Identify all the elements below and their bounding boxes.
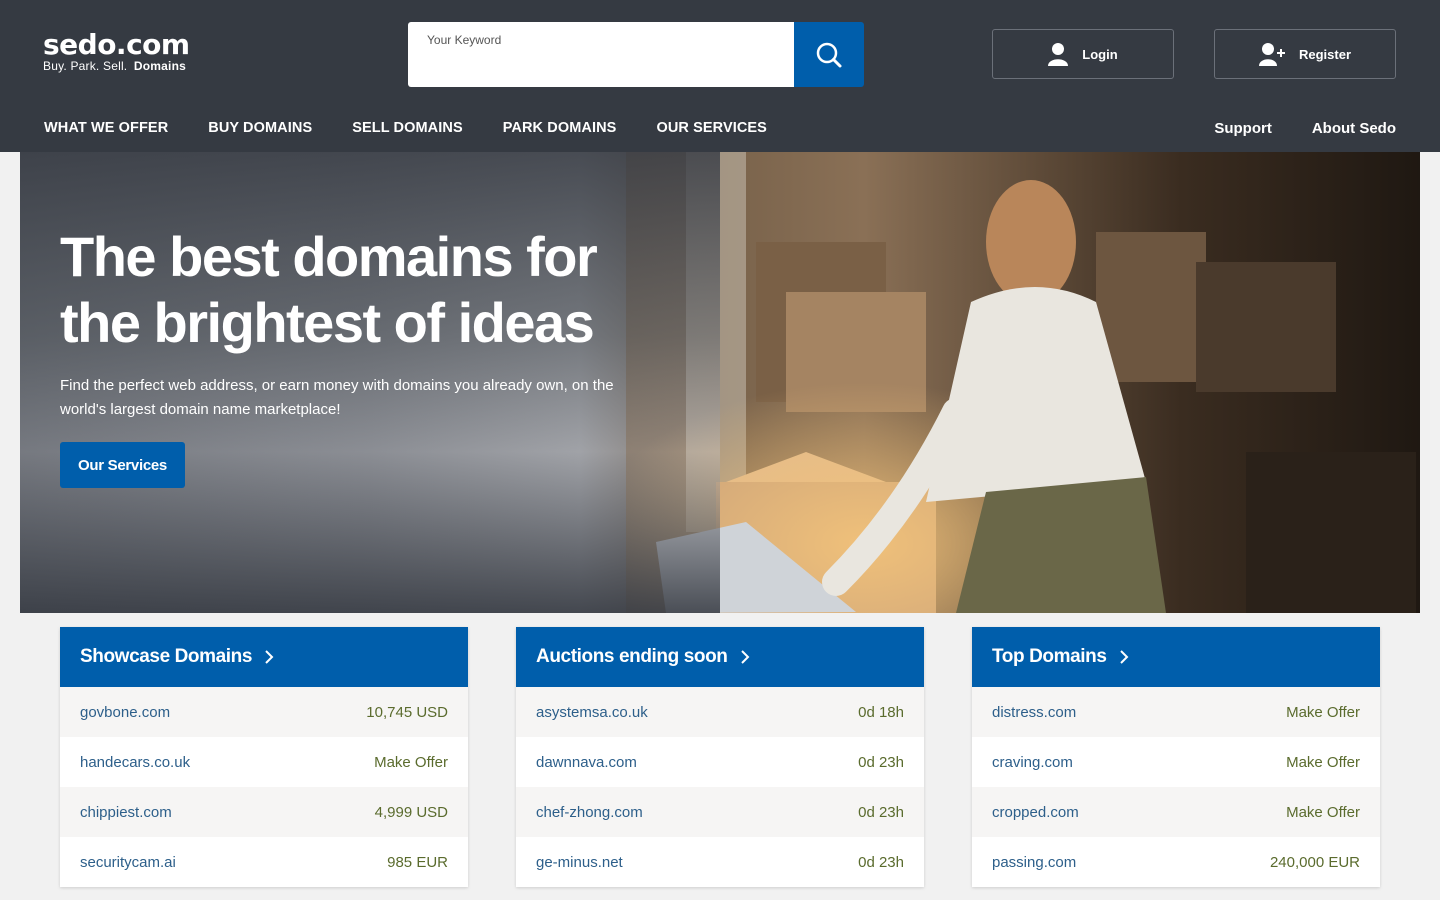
secondary-nav: Support About Sedo: [1174, 120, 1396, 137]
search-bar: Your Keyword: [408, 22, 864, 87]
list-item[interactable]: distress.com Make Offer: [972, 687, 1380, 737]
domain-link[interactable]: chef-zhong.com: [536, 804, 643, 821]
domain-link[interactable]: dawnnava.com: [536, 754, 637, 771]
register-label: Register: [1298, 46, 1352, 62]
user-icon: [1048, 42, 1069, 66]
domain-price: 4,999 USD: [374, 803, 448, 821]
auctions-ending-panel: Auctions ending soon asystemsa.co.uk 0d 1…: [516, 627, 924, 887]
list-item[interactable]: cropped.com Make Offer: [972, 787, 1380, 837]
register-button[interactable]: Register: [1214, 29, 1396, 79]
domain-price: Make Offer: [1286, 753, 1360, 771]
time-remaining: 0d 23h: [858, 803, 904, 821]
list-item[interactable]: craving.com Make Offer: [972, 737, 1380, 787]
search-label: Your Keyword: [427, 33, 502, 47]
time-remaining: 0d 18h: [858, 703, 904, 721]
search-field[interactable]: Your Keyword: [408, 22, 794, 87]
nav-park-domains[interactable]: PARK DOMAINS: [503, 120, 617, 136]
search-input[interactable]: [427, 52, 777, 78]
domain-link[interactable]: asystemsa.co.uk: [536, 704, 648, 721]
main-nav: WHAT WE OFFER BUY DOMAINS SELL DOMAINS P…: [44, 120, 807, 136]
domain-link[interactable]: craving.com: [992, 754, 1073, 771]
user-plus-icon: [1258, 42, 1285, 66]
sedo-logo[interactable]: sedo.com Buy. Park. Sell. Domains: [43, 28, 190, 73]
panel-title: Showcase Domains: [80, 646, 253, 667]
domain-price: 985 EUR: [387, 853, 448, 871]
chevron-right-icon: [1119, 650, 1129, 664]
list-item[interactable]: chippiest.com 4,999 USD: [60, 787, 468, 837]
hero-banner: The best domains for the brightest of id…: [20, 152, 1420, 613]
nav-what-we-offer[interactable]: WHAT WE OFFER: [44, 120, 168, 136]
panel-title: Auctions ending soon: [536, 646, 728, 667]
site-header: sedo.com Buy. Park. Sell. Domains Your K…: [0, 0, 1440, 152]
time-remaining: 0d 23h: [858, 853, 904, 871]
domain-price: 240,000 EUR: [1269, 853, 1360, 871]
time-remaining: 0d 23h: [858, 753, 904, 771]
logo-tagline: Buy. Park. Sell. Domains: [43, 60, 190, 72]
list-item[interactable]: ge-minus.net 0d 23h: [516, 837, 924, 887]
top-domains-panel: Top Domains distress.com Make Offer cravi…: [972, 627, 1380, 887]
hero-description: Find the perfect web address, or earn mo…: [60, 377, 614, 418]
domain-list: govbone.com 10,745 USD handecars.co.uk Mak…: [60, 687, 468, 887]
showcase-domains-panel: Showcase Domains govbone.com 10,745 USD h…: [60, 627, 468, 887]
auctions-ending-header[interactable]: Auctions ending soon: [516, 627, 924, 687]
logo-wordmark: sedo.com: [43, 28, 190, 61]
logo-tagline-bold: Domains: [133, 59, 186, 73]
hero-photo: [626, 152, 1420, 613]
domain-link[interactable]: handecars.co.uk: [80, 754, 190, 771]
domain-link[interactable]: govbone.com: [80, 704, 170, 721]
domain-link[interactable]: distress.com: [992, 704, 1076, 721]
list-item[interactable]: handecars.co.uk Make Offer: [60, 737, 468, 787]
domain-list: asystemsa.co.uk 0d 18h dawnnava.com 0d 23h…: [516, 687, 924, 887]
domain-price: Make Offer: [1286, 803, 1360, 821]
nav-about-sedo[interactable]: About Sedo: [1312, 120, 1396, 137]
hero-title: The best domains for the brightest of id…: [60, 225, 598, 354]
list-item[interactable]: govbone.com 10,745 USD: [60, 687, 468, 737]
showcase-domains-header[interactable]: Showcase Domains: [60, 627, 468, 687]
list-item[interactable]: asystemsa.co.uk 0d 18h: [516, 687, 924, 737]
nav-our-services[interactable]: OUR SERVICES: [656, 120, 767, 136]
chevron-right-icon: [740, 650, 750, 664]
nav-support[interactable]: Support: [1214, 120, 1272, 137]
domain-price: Make Offer: [374, 753, 448, 771]
login-label: Login: [1082, 46, 1118, 62]
domain-price: 10,745 USD: [366, 703, 448, 721]
domain-link[interactable]: passing.com: [992, 854, 1076, 871]
logo-tagline-text: Buy. Park. Sell.: [43, 59, 128, 73]
search-icon: [816, 42, 842, 67]
nav-buy-domains[interactable]: BUY DOMAINS: [208, 120, 312, 136]
top-domains-header[interactable]: Top Domains: [972, 627, 1380, 687]
chevron-right-icon: [264, 650, 274, 664]
search-button[interactable]: [794, 22, 864, 87]
domain-link[interactable]: cropped.com: [992, 804, 1079, 821]
our-services-button[interactable]: Our Services: [60, 442, 185, 488]
domain-link[interactable]: chippiest.com: [80, 804, 172, 821]
login-button[interactable]: Login: [992, 29, 1174, 79]
domain-price: Make Offer: [1286, 703, 1360, 721]
panel-title: Top Domains: [992, 646, 1107, 667]
list-item[interactable]: passing.com 240,000 EUR: [972, 837, 1380, 887]
list-item[interactable]: chef-zhong.com 0d 23h: [516, 787, 924, 837]
nav-sell-domains[interactable]: SELL DOMAINS: [352, 120, 463, 136]
list-item[interactable]: dawnnava.com 0d 23h: [516, 737, 924, 787]
domain-link[interactable]: ge-minus.net: [536, 854, 623, 871]
domain-link[interactable]: securitycam.ai: [80, 854, 176, 871]
domain-list: distress.com Make Offer craving.com Make O…: [972, 687, 1380, 887]
list-item[interactable]: securitycam.ai 985 EUR: [60, 837, 468, 887]
